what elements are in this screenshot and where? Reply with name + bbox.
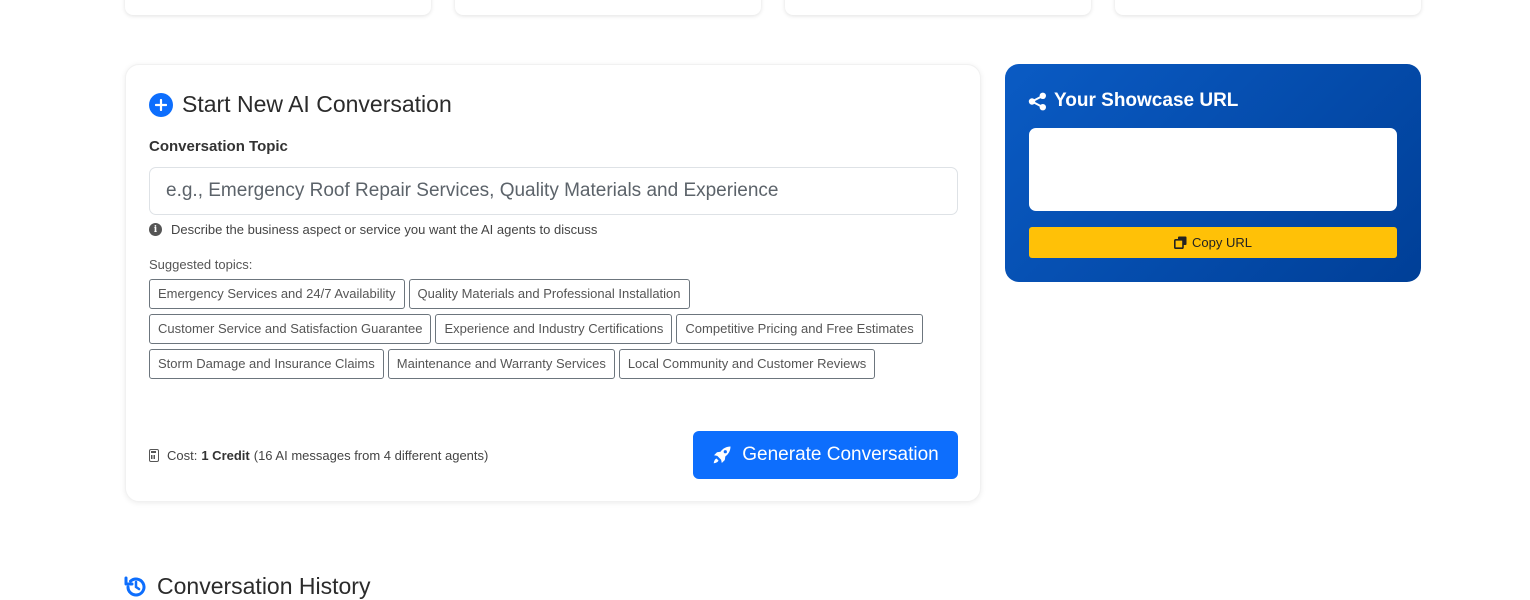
suggested-topic-button[interactable]: Storm Damage and Insurance Claims [149, 349, 384, 379]
topic-help: i Describe the business aspect or servic… [149, 222, 597, 237]
showcase-url-card: Your Showcase URL Copy URL [1005, 64, 1421, 282]
cost-detail: (16 AI messages from 4 different agents) [253, 448, 489, 463]
stat-card-3 [785, 0, 1091, 15]
showcase-url-field[interactable] [1029, 128, 1397, 211]
copy-url-button[interactable]: Copy URL [1029, 227, 1397, 258]
stat-card-4 [1115, 0, 1421, 15]
suggested-topics-label: Suggested topics: [149, 257, 253, 272]
share-icon [1028, 92, 1047, 111]
copy-icon [1174, 236, 1187, 249]
new-conversation-title: Start New AI Conversation [149, 91, 452, 118]
cost-prefix: Cost: [167, 448, 198, 463]
suggested-topic-button[interactable]: Local Community and Customer Reviews [618, 349, 876, 379]
conversation-history-heading: Conversation History [123, 573, 370, 600]
rocket-icon [712, 445, 732, 465]
stat-card-1 [125, 0, 431, 15]
conversation-history-title: Conversation History [157, 573, 371, 599]
new-conversation-title-text: Start New AI Conversation [182, 91, 452, 117]
cost-info: Cost: 1 Credit (16 AI messages from 4 di… [149, 448, 488, 463]
new-conversation-card: Start New AI Conversation Conversation T… [125, 64, 981, 502]
topic-input[interactable] [149, 167, 958, 215]
generate-conversation-button[interactable]: Generate Conversation [693, 431, 958, 479]
suggested-topic-button[interactable]: Emergency Services and 24/7 Availability [149, 279, 405, 309]
suggested-topic-button[interactable]: Maintenance and Warranty Services [387, 349, 615, 379]
stat-card-2 [455, 0, 761, 15]
suggested-topic-button[interactable]: Customer Service and Satisfaction Guaran… [149, 314, 432, 344]
suggested-topic-button[interactable]: Experience and Industry Certifications [435, 314, 673, 344]
suggested-topic-button[interactable]: Competitive Pricing and Free Estimates [676, 314, 923, 344]
showcase-title-text: Your Showcase URL [1054, 90, 1239, 111]
suggested-topic-button[interactable]: Quality Materials and Professional Insta… [408, 279, 690, 309]
plus-circle-icon [149, 92, 173, 117]
topic-label: Conversation Topic [149, 138, 288, 155]
info-circle-icon: i [149, 223, 162, 236]
showcase-title: Your Showcase URL [1028, 90, 1238, 112]
cost-value: 1 Credit [201, 448, 250, 463]
topic-help-text: Describe the business aspect or service … [171, 222, 598, 237]
history-icon [123, 574, 149, 600]
suggested-topics-list: Emergency Services and 24/7 Availability… [149, 279, 939, 379]
generate-conversation-label: Generate Conversation [742, 444, 939, 465]
copy-url-label: Copy URL [1192, 235, 1252, 250]
calculator-icon [149, 449, 159, 462]
